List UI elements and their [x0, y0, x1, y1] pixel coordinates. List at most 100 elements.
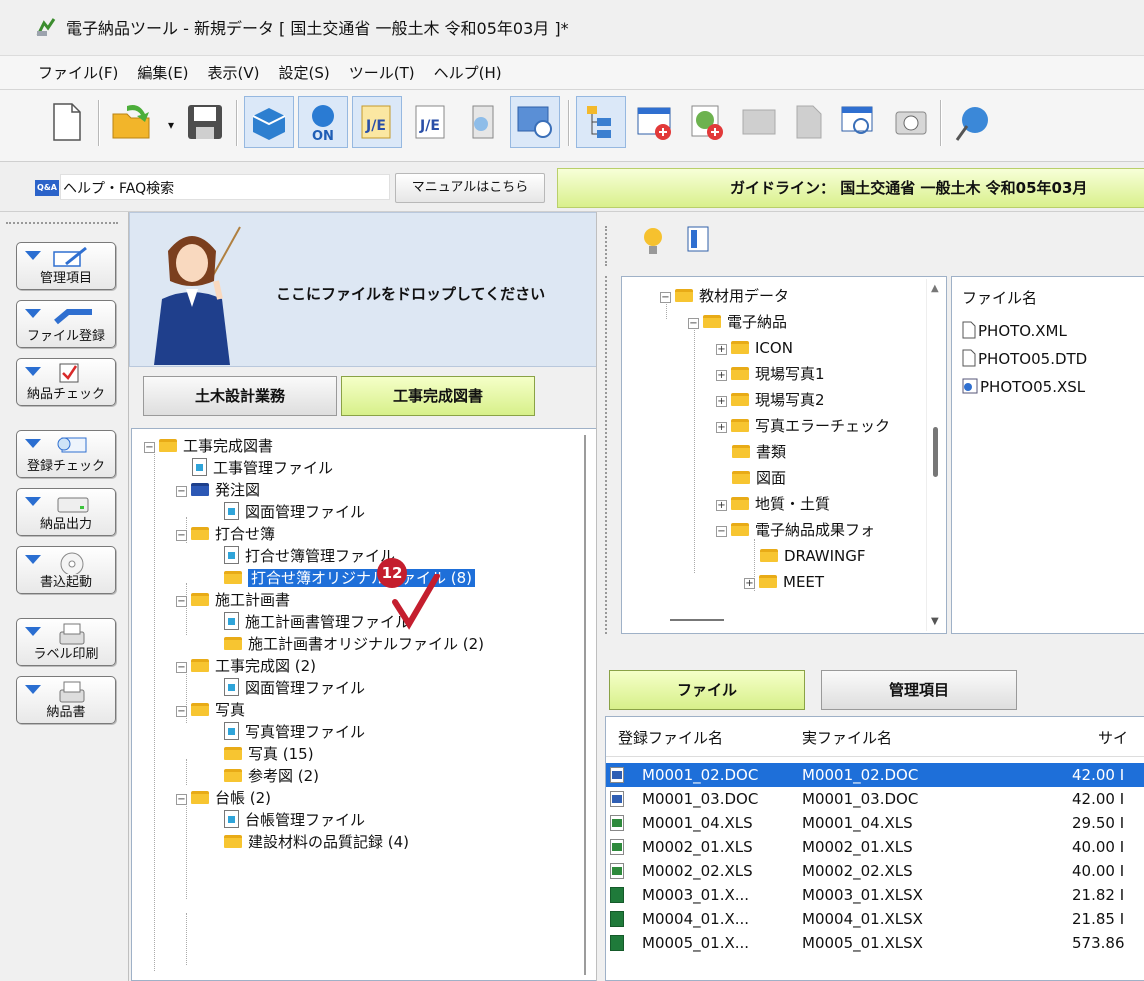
- folder-tree-node[interactable]: DRAWINGF: [760, 545, 866, 567]
- bulb-icon[interactable]: [641, 226, 665, 258]
- sidebar-btn-register-check[interactable]: 登録チェック: [16, 430, 116, 478]
- folder-tree-node[interactable]: 図面: [732, 467, 786, 489]
- tree-node[interactable]: 図面管理ファイル: [224, 501, 365, 523]
- sidebar-btn-delivery-note[interactable]: 納品書: [16, 676, 116, 724]
- collapse-toggle-icon[interactable]: +: [716, 422, 727, 433]
- collapse-toggle-icon[interactable]: +: [744, 578, 755, 589]
- menu-file[interactable]: ファイル(F): [38, 56, 118, 90]
- tree-node[interactable]: 工事管理ファイル: [192, 457, 333, 479]
- folder-tree-node[interactable]: − 教材用データ: [660, 285, 789, 307]
- sidebar-btn-label-print[interactable]: ラベル印刷: [16, 618, 116, 666]
- je-button-1[interactable]: J/E: [352, 96, 402, 148]
- collapse-toggle-icon[interactable]: −: [176, 596, 187, 607]
- collapse-toggle-icon[interactable]: −: [688, 318, 699, 329]
- tab-file[interactable]: ファイル: [609, 670, 805, 710]
- file-list-item[interactable]: PHOTO05.DTD: [962, 349, 1087, 368]
- sidebar-btn-kanri[interactable]: 管理項目: [16, 242, 116, 290]
- folder-tree-node[interactable]: + 写真エラーチェック: [716, 415, 890, 437]
- folder-tree-node[interactable]: + 現場写真2: [716, 389, 825, 411]
- sidebar-btn-write-start[interactable]: 書込起動: [16, 546, 116, 594]
- menu-tools[interactable]: ツール(T): [349, 56, 415, 90]
- folder-tree-node[interactable]: + MEET: [744, 571, 824, 593]
- open-button[interactable]: [108, 96, 158, 148]
- add-web-button[interactable]: [682, 96, 732, 148]
- table-row[interactable]: M0001_02.DOC M0001_02.DOC 42.00 I: [606, 763, 1144, 787]
- search-window-button[interactable]: [834, 96, 884, 148]
- collapse-toggle-icon[interactable]: −: [660, 292, 671, 303]
- collapse-toggle-icon[interactable]: −: [176, 662, 187, 673]
- sidebar-btn-delivery-check[interactable]: 納品チェック: [16, 358, 116, 406]
- tree-node[interactable]: − 写真: [176, 699, 245, 721]
- col-size[interactable]: サイ: [1098, 727, 1128, 748]
- tree-node[interactable]: − 工事完成図 (2): [176, 655, 316, 677]
- tree-node[interactable]: 参考図 (2): [224, 765, 319, 787]
- folder-tree-scrollbar[interactable]: ▲ ▼: [926, 279, 944, 631]
- tab-civil-design[interactable]: 土木設計業務: [143, 376, 337, 416]
- viewer-button[interactable]: [458, 96, 508, 148]
- dropdown-arrow-icon[interactable]: ▾: [168, 118, 174, 132]
- tree-node[interactable]: 打合せ簿管理ファイル: [224, 545, 395, 567]
- collapse-toggle-icon[interactable]: +: [716, 344, 727, 355]
- tree-node[interactable]: − 施工計画書: [176, 589, 290, 611]
- folder-tree-node[interactable]: 書類: [732, 441, 786, 463]
- tree-node[interactable]: 建設材料の品質記録 (4): [224, 831, 409, 853]
- folder-tree-node[interactable]: − 電子納品成果フォ: [716, 519, 875, 541]
- table-row[interactable]: M0004_01.X... M0004_01.XLSX 21.85 I: [606, 907, 1144, 931]
- folder-tree-node[interactable]: + 地質・土質: [716, 493, 830, 515]
- sidebar-btn-delivery-output[interactable]: 納品出力: [16, 488, 116, 536]
- preview-button[interactable]: [510, 96, 560, 148]
- gray-button-1[interactable]: [734, 96, 784, 148]
- faq-search-label[interactable]: ヘルプ・FAQ検索: [63, 178, 174, 198]
- deliver-button[interactable]: [244, 96, 294, 148]
- table-row[interactable]: M0001_03.DOC M0001_03.DOC 42.00 I: [606, 787, 1144, 811]
- collapse-toggle-icon[interactable]: −: [176, 706, 187, 717]
- tree-button[interactable]: [576, 96, 626, 148]
- collapse-toggle-icon[interactable]: −: [176, 530, 187, 541]
- je-button-2[interactable]: J/E: [406, 96, 456, 148]
- add-window-button[interactable]: [630, 96, 680, 148]
- table-row[interactable]: M0002_01.XLS M0002_01.XLS 40.00 I: [606, 835, 1144, 859]
- gray-button-2[interactable]: [784, 96, 834, 148]
- manual-button[interactable]: マニュアルはこちら: [395, 173, 545, 203]
- collapse-toggle-icon[interactable]: +: [716, 370, 727, 381]
- col-registered-name[interactable]: 登録ファイル名: [618, 727, 723, 748]
- save-button[interactable]: [180, 96, 230, 148]
- properties-icon[interactable]: [685, 224, 713, 254]
- tab-management-items[interactable]: 管理項目: [821, 670, 1017, 710]
- file-list-item[interactable]: PHOTO.XML: [962, 321, 1067, 340]
- collapse-toggle-icon[interactable]: +: [716, 500, 727, 511]
- new-button[interactable]: [42, 96, 92, 148]
- collapse-toggle-icon[interactable]: −: [716, 526, 727, 537]
- folder-tree-node[interactable]: + ICON: [716, 337, 793, 359]
- collapse-toggle-icon[interactable]: +: [716, 396, 727, 407]
- table-row[interactable]: M0003_01.X... M0003_01.XLSX 21.82 I: [606, 883, 1144, 907]
- tree-node[interactable]: 写真管理ファイル: [224, 721, 365, 743]
- collapse-toggle-icon[interactable]: −: [144, 442, 155, 453]
- tree-node[interactable]: − 打合せ簿: [176, 523, 275, 545]
- collapse-toggle-icon[interactable]: −: [176, 486, 187, 497]
- file-list-item[interactable]: PHOTO05.XSL: [962, 377, 1085, 396]
- table-row[interactable]: M0005_01.X... M0005_01.XLSX 573.86: [606, 931, 1144, 955]
- folder-tree-hscroll[interactable]: [670, 619, 724, 621]
- tree-node[interactable]: 図面管理ファイル: [224, 677, 365, 699]
- folder-tree-node[interactable]: − 電子納品: [688, 311, 787, 333]
- tree-node[interactable]: 施工計画書オリジナルファイル (2): [224, 633, 484, 655]
- camera-button[interactable]: [886, 96, 936, 148]
- col-real-name[interactable]: 実ファイル名: [802, 727, 892, 748]
- folder-tree-node[interactable]: + 現場写真1: [716, 363, 825, 385]
- tree-node[interactable]: 施工計画書管理ファイル: [224, 611, 410, 633]
- tree-node[interactable]: − 台帳 (2): [176, 787, 271, 809]
- tree-scrollbar[interactable]: [584, 435, 586, 975]
- table-row[interactable]: M0002_02.XLS M0002_02.XLS 40.00 I: [606, 859, 1144, 883]
- tree-node[interactable]: − 工事完成図書: [144, 435, 273, 457]
- tab-completion-docs[interactable]: 工事完成図書: [341, 376, 535, 416]
- drop-zone[interactable]: ここにファイルをドロップしてください: [129, 212, 597, 367]
- sidebar-btn-file-register[interactable]: ファイル登録: [16, 300, 116, 348]
- on-button[interactable]: ON: [298, 96, 348, 148]
- menu-view[interactable]: 表示(V): [208, 56, 260, 90]
- tree-node[interactable]: 台帳管理ファイル: [224, 809, 365, 831]
- collapse-toggle-icon[interactable]: −: [176, 794, 187, 805]
- menu-settings[interactable]: 設定(S): [279, 56, 330, 90]
- menu-edit[interactable]: 編集(E): [137, 56, 188, 90]
- tree-node[interactable]: − 発注図: [176, 479, 260, 501]
